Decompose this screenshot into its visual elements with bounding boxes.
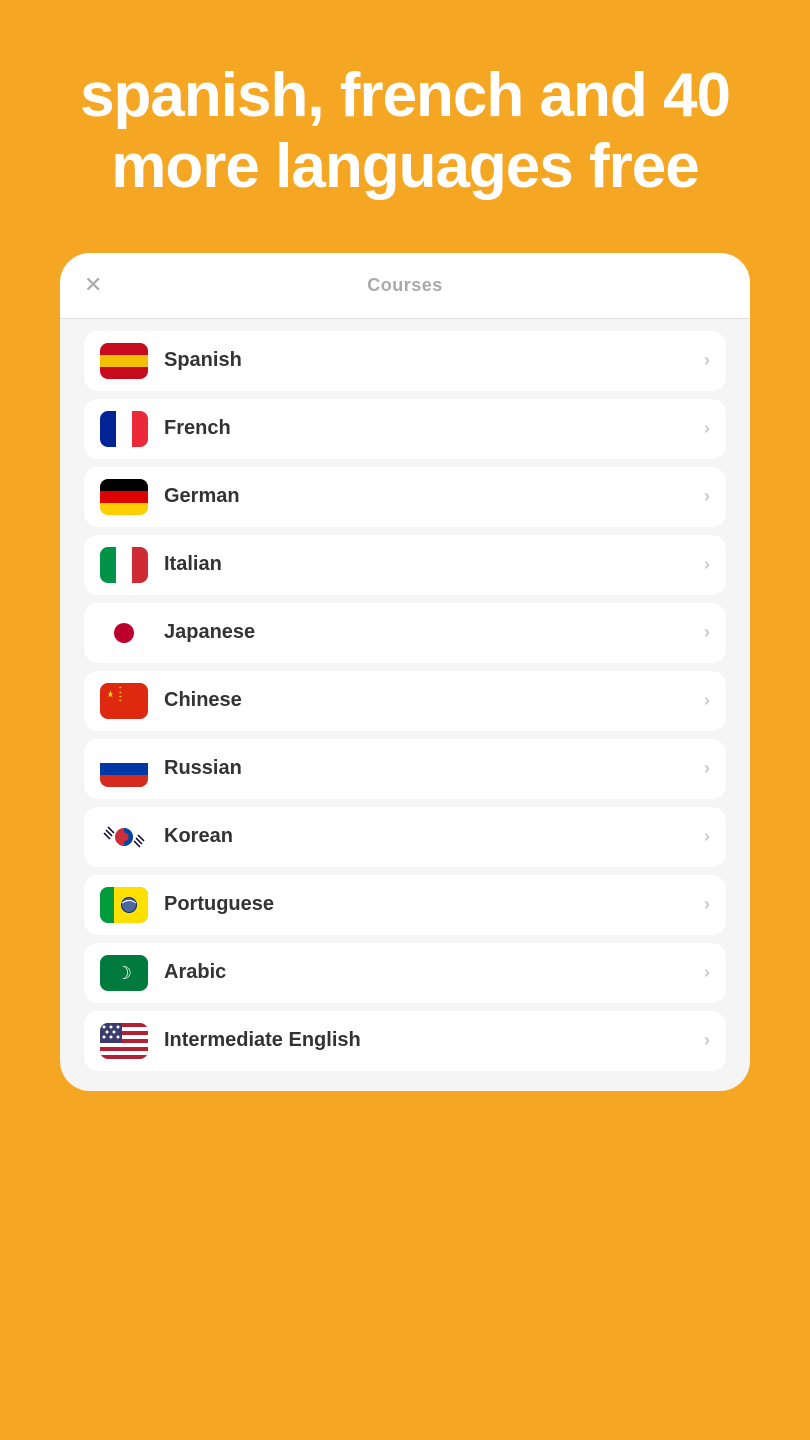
course-name-french: French [164, 417, 704, 440]
course-name-korean: Korean [164, 825, 704, 848]
flag-german [100, 479, 148, 515]
chevron-intermediate-english: › [704, 1030, 710, 1051]
chevron-portuguese: › [704, 894, 710, 915]
course-name-russian: Russian [164, 757, 704, 780]
course-item-spanish[interactable]: Spanish › [84, 331, 726, 391]
course-list: Spanish › French › [60, 319, 750, 1091]
course-name-chinese: Chinese [164, 689, 704, 712]
hero-text: spanish, french and 40 more languages fr… [80, 61, 730, 201]
course-item-russian[interactable]: Russian › [84, 739, 726, 799]
course-item-japanese[interactable]: Japanese › [84, 603, 726, 663]
course-item-german[interactable]: German › [84, 467, 726, 527]
course-name-japanese: Japanese [164, 621, 704, 644]
chevron-korean: › [704, 826, 710, 847]
flag-italian [100, 547, 148, 583]
flag-portuguese [100, 887, 148, 923]
chevron-chinese: › [704, 690, 710, 711]
close-button[interactable]: ✕ [84, 274, 102, 296]
svg-text:☽: ☽ [116, 963, 132, 983]
course-item-italian[interactable]: Italian › [84, 535, 726, 595]
hero-section: spanish, french and 40 more languages fr… [0, 0, 810, 243]
course-name-german: German [164, 485, 704, 508]
chevron-spanish: › [704, 350, 710, 371]
flag-english [100, 1023, 148, 1059]
chevron-russian: › [704, 758, 710, 779]
modal-card: ✕ Courses Spanish › [60, 253, 750, 1091]
chevron-french: › [704, 418, 710, 439]
chevron-japanese: › [704, 622, 710, 643]
course-name-arabic: Arabic [164, 961, 704, 984]
close-icon: ✕ [84, 272, 102, 297]
course-name-spanish: Spanish [164, 349, 704, 372]
flag-korean [100, 819, 148, 855]
course-name-intermediate-english: Intermediate English [164, 1029, 704, 1052]
course-item-chinese[interactable]: Chinese › [84, 671, 726, 731]
flag-spanish [100, 343, 148, 379]
chevron-german: › [704, 486, 710, 507]
course-name-italian: Italian [164, 553, 704, 576]
modal-header: ✕ Courses [60, 253, 750, 319]
flag-japanese [100, 615, 148, 651]
course-item-portuguese[interactable]: Portuguese › [84, 875, 726, 935]
flag-arabic: ☽ [100, 955, 148, 991]
course-item-korean[interactable]: Korean › [84, 807, 726, 867]
chevron-arabic: › [704, 962, 710, 983]
chevron-italian: › [704, 554, 710, 575]
flag-french [100, 411, 148, 447]
course-name-portuguese: Portuguese [164, 893, 704, 916]
course-item-french[interactable]: French › [84, 399, 726, 459]
course-item-intermediate-english[interactable]: Intermediate English › [84, 1011, 726, 1071]
course-item-arabic[interactable]: ☽ Arabic › [84, 943, 726, 1003]
flag-chinese [100, 683, 148, 719]
modal-title: Courses [367, 275, 443, 296]
flag-russian [100, 751, 148, 787]
